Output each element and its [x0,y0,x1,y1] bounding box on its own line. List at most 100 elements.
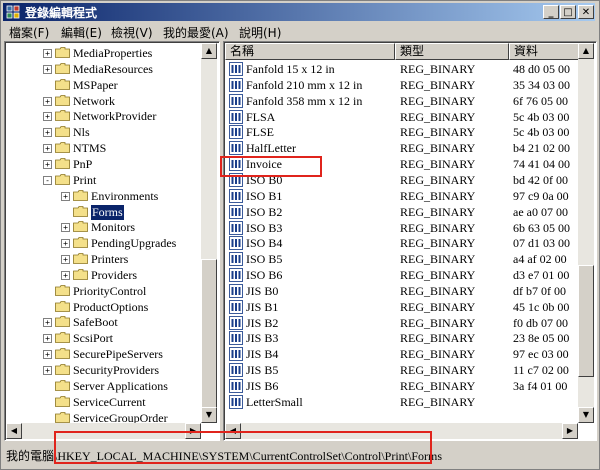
value-row[interactable]: ISO B1 REG_BINARY 97 c9 0a 00 [225,188,577,204]
tree-item[interactable]: PriorityControl [5,283,200,299]
value-row[interactable]: ISO B2 REG_BINARY ae a0 07 00 [225,204,577,220]
value-row[interactable]: Fanfold 210 mm x 12 in REG_BINARY 35 34 03… [225,77,577,93]
maximize-button[interactable]: □ [560,5,576,19]
value-row[interactable]: ISO B6 REG_BINARY d3 e7 01 00 [225,267,577,283]
expand-toggle[interactable]: + [43,64,52,74]
expand-toggle[interactable]: + [43,49,52,58]
tree-item-label: PendingUpgrades [91,236,177,251]
tree-scroll-right-button[interactable]: ▶ [185,423,201,439]
menu-help[interactable]: 說明(H) [239,24,281,41]
expand-toggle[interactable]: + [43,318,52,328]
value-row[interactable]: ISO B0 REG_BINARY bd 42 0f 00 [225,172,577,188]
tree-item[interactable]: + SecurePipeServers [5,346,200,362]
value-row[interactable]: ISO B5 REG_BINARY a4 af 02 00 [225,251,577,267]
expand-toggle[interactable]: + [43,96,52,106]
menu-favorites[interactable]: 我的最愛(A) [163,24,229,41]
value-row[interactable]: ISO B4 REG_BINARY 07 d1 03 00 [225,235,577,251]
list-scroll-left-button[interactable]: ◀ [225,423,241,439]
expand-toggle[interactable]: + [43,366,52,375]
tree-item[interactable]: Server Applications [5,378,200,394]
tree-item[interactable]: + ScsiPort [5,330,200,346]
tree-scroll-thumb[interactable] [201,259,217,419]
tree-item[interactable]: + Network [5,93,200,109]
expand-toggle[interactable]: + [61,191,70,201]
tree-item[interactable]: ProductOptions [5,299,200,315]
folder-open-icon [73,205,88,217]
list-vertical-scrollbar[interactable]: ▲ ▼ [578,43,594,423]
expand-toggle[interactable]: + [43,128,52,138]
expand-toggle[interactable]: + [61,239,70,249]
tree-scroll-down-button[interactable]: ▼ [201,407,217,423]
expand-toggle[interactable]: + [43,112,52,122]
tree-item-label: SafeBoot [73,315,118,330]
tree-item[interactable]: + Monitors [5,219,200,235]
expand-toggle[interactable]: + [43,334,52,344]
tree-item[interactable]: + SecurityProviders [5,362,200,378]
column-header-name[interactable]: 名稱 [225,43,395,60]
value-row[interactable]: JIS B2 REG_BINARY f0 db 07 00 [225,315,577,331]
tree-item[interactable]: Forms [5,204,200,220]
value-name: Invoice [246,157,282,172]
value-row[interactable]: Fanfold 15 x 12 in REG_BINARY 48 d0 05 00 [225,61,577,77]
value-row[interactable]: Invoice REG_BINARY 74 41 04 00 [225,156,577,172]
value-row[interactable]: ISO B3 REG_BINARY 6b 63 05 00 [225,220,577,236]
column-header-data[interactable]: 資料 [509,43,579,60]
tree-item[interactable]: - Print [5,172,200,188]
expand-toggle[interactable]: + [61,270,70,280]
tree-item[interactable]: + PendingUpgrades [5,235,200,251]
expand-toggle[interactable]: + [43,144,52,154]
expand-toggle[interactable]: + [43,350,52,360]
value-row[interactable]: JIS B4 REG_BINARY 97 ec 03 00 [225,346,577,362]
value-type: REG_BINARY [400,125,476,140]
folder-icon [55,332,70,344]
tree-vertical-scrollbar[interactable]: ▲ ▼ [201,43,217,423]
list-scroll-down-button[interactable]: ▼ [578,407,594,423]
collapse-toggle[interactable]: - [43,175,52,185]
title-bar[interactable]: 登錄編輯程式 _ □ ✕ [3,3,595,21]
menu-view[interactable]: 檢視(V) [111,24,153,41]
value-name: JIS B5 [246,363,279,378]
menu-file[interactable]: 檔案(F) [9,24,49,41]
value-row[interactable]: FLSE REG_BINARY 5c 4b 03 00 [225,124,577,140]
value-row[interactable]: LetterSmall REG_BINARY [225,394,577,410]
values-list-pane[interactable]: 名稱 類型 資料 Fanfold 15 x 12 in REG_BINARY 48 … [223,41,597,441]
value-row[interactable]: FLSA REG_BINARY 5c 4b 03 00 [225,109,577,125]
tree-item[interactable]: + NetworkProvider [5,108,200,124]
list-scroll-right-button[interactable]: ▶ [562,423,578,439]
close-button[interactable]: ✕ [578,5,594,19]
tree-item[interactable]: + Providers [5,267,200,283]
expand-toggle[interactable]: + [61,223,70,233]
list-horizontal-scrollbar[interactable]: ◀ ▶ [225,423,578,439]
value-type: REG_BINARY [400,172,476,187]
value-row[interactable]: JIS B6 REG_BINARY 3a f4 01 00 [225,378,577,394]
value-type: REG_BINARY [400,236,476,251]
tree-item[interactable]: + Printers [5,251,200,267]
value-row[interactable]: JIS B1 REG_BINARY 45 1c 0b 00 [225,299,577,315]
tree-item[interactable]: + MediaProperties [5,45,200,61]
tree-item[interactable]: + MediaResources [5,61,200,77]
menu-edit[interactable]: 編輯(E) [61,24,102,41]
value-name: JIS B2 [246,315,279,330]
key-tree-pane[interactable]: + MediaProperties + MediaResources MSPaper + N… [4,41,220,441]
value-row[interactable]: HalfLetter REG_BINARY b4 21 02 00 [225,140,577,156]
value-row[interactable]: JIS B3 REG_BINARY 23 8e 05 00 [225,330,577,346]
column-header-type[interactable]: 類型 [395,43,509,60]
tree-scroll-left-button[interactable]: ◀ [6,423,22,439]
tree-item[interactable]: MSPaper [5,77,200,93]
tree-horizontal-scrollbar[interactable]: ◀ ▶ [6,423,201,439]
list-scroll-thumb[interactable] [578,265,594,377]
tree-scroll-up-button[interactable]: ▲ [201,43,217,59]
tree-item[interactable]: + NTMS [5,140,200,156]
list-scroll-up-button[interactable]: ▲ [578,43,594,59]
expand-toggle[interactable]: + [43,159,52,169]
tree-item[interactable]: + Environments [5,188,200,204]
tree-item[interactable]: ServiceCurrent [5,394,200,410]
minimize-button[interactable]: _ [543,5,559,19]
tree-item[interactable]: + SafeBoot [5,314,200,330]
tree-item[interactable]: + PnP [5,156,200,172]
expand-toggle[interactable]: + [61,255,70,265]
value-row[interactable]: JIS B5 REG_BINARY 11 c7 02 00 [225,362,577,378]
tree-item[interactable]: + Nls [5,124,200,140]
value-row[interactable]: JIS B0 REG_BINARY df b7 0f 00 [225,283,577,299]
value-row[interactable]: Fanfold 358 mm x 12 in REG_BINARY 6f 76 05… [225,93,577,109]
